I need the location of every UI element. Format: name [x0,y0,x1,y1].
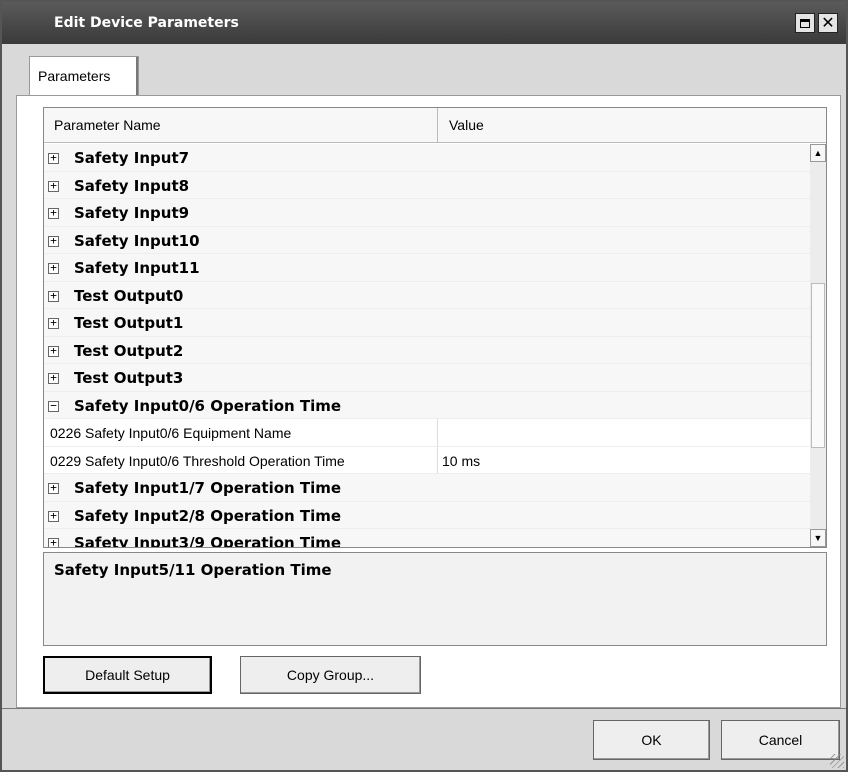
cell-divider [437,419,438,446]
cancel-button[interactable]: Cancel [721,720,840,760]
parameter-row[interactable]: 0229 Safety Input0/6 Threshold Operation… [44,446,810,474]
parameters-tab-panel: Parameter Name Value + Safety Input7 + Safe… [16,95,841,708]
parameter-group-label: Safety Input0/6 Operation Time [74,396,342,415]
scroll-up-button[interactable]: ▲ [810,144,826,162]
expand-icon[interactable]: + [48,510,59,522]
grid-header: Parameter Name Value [44,108,826,143]
expand-icon[interactable]: + [48,152,59,164]
maximize-button[interactable] [795,13,815,33]
parameter-group-row[interactable]: + Test Output3 [44,364,810,392]
parameter-group-row[interactable]: + Safety Input3/9 Operation Time [44,529,810,547]
scroll-thumb[interactable] [811,283,825,448]
parameter-group-row[interactable]: − Safety Input0/6 Operation Time [44,391,810,419]
vertical-scrollbar[interactable]: ▲ ▼ [810,144,826,547]
footer-divider [2,708,846,709]
parameter-group-row[interactable]: + Test Output1 [44,309,810,337]
parameter-group-label: Test Output0 [74,286,184,305]
arrow-down-icon: ▼ [813,533,823,543]
parameter-group-label: Safety Input11 [74,259,200,277]
parameter-description: Safety Input5/11 Operation Time [54,561,332,579]
grid-rows: + Safety Input7 + Safety Input8 + Safety Inpu… [44,144,810,547]
maximize-icon [800,18,810,28]
parameter-group-label: Test Output2 [74,341,184,360]
parameter-group-row[interactable]: + Safety Input7 [44,144,810,172]
parameter-group-label: Safety Input10 [74,231,200,250]
parameter-group-row[interactable]: + Safety Input2/8 Operation Time [44,501,810,529]
parameter-value-cell[interactable]: 10 ms [442,453,480,469]
parameter-group-row[interactable]: + Safety Input9 [44,199,810,227]
parameter-group-row[interactable]: + Safety Input8 [44,171,810,199]
parameter-name-cell: 0226 Safety Input0/6 Equipment Name [50,425,292,441]
copy-group-button[interactable]: Copy Group... [240,656,421,694]
arrow-up-icon: ▲ [813,148,823,158]
column-header-value[interactable]: Value [449,117,484,133]
expand-icon[interactable]: + [48,345,59,357]
tab-parameters[interactable]: Parameters [29,56,139,96]
parameter-description-box: Safety Input5/11 Operation Time [43,552,827,646]
column-divider[interactable] [437,108,438,143]
expand-icon[interactable]: + [48,290,59,302]
expand-icon[interactable]: + [48,482,59,494]
expand-icon[interactable]: + [48,537,59,547]
expand-icon[interactable]: + [48,180,59,192]
close-icon: ✕ [821,13,835,32]
edit-device-parameters-dialog: Edit Device Parameters ✕ Parameters Para… [0,0,848,772]
cell-divider [437,446,438,473]
parameter-group-row[interactable]: + Safety Input11 [44,254,810,282]
expand-icon[interactable]: + [48,207,59,219]
tab-parameters-label: Parameters [38,68,111,84]
expand-icon[interactable]: + [48,235,59,247]
parameter-group-label: Safety Input3/9 Operation Time [74,534,342,547]
parameter-group-label: Safety Input2/8 Operation Time [74,506,342,525]
parameter-group-row[interactable]: + Test Output2 [44,336,810,364]
parameter-group-label: Safety Input7 [74,149,190,167]
parameter-group-label: Test Output1 [74,314,184,332]
parameter-row[interactable]: 0226 Safety Input0/6 Equipment Name [44,419,810,447]
parameter-group-label: Safety Input8 [74,176,190,195]
expand-icon[interactable]: + [48,317,59,329]
parameter-group-label: Safety Input1/7 Operation Time [74,479,342,497]
parameter-group-label: Test Output3 [74,369,184,387]
expand-icon[interactable]: + [48,372,59,384]
expand-icon[interactable]: + [48,262,59,274]
parameter-name-cell: 0229 Safety Input0/6 Threshold Operation… [50,452,345,469]
collapse-icon[interactable]: − [48,400,59,412]
parameter-grid: Parameter Name Value + Safety Input7 + Safe… [43,107,827,548]
default-setup-button[interactable]: Default Setup [43,656,212,694]
parameter-group-row[interactable]: + Test Output0 [44,281,810,309]
title-bar[interactable]: Edit Device Parameters ✕ [2,2,846,44]
parameter-group-label: Safety Input9 [74,204,190,222]
resize-grip-icon[interactable] [830,754,844,768]
ok-button[interactable]: OK [593,720,710,760]
column-header-parameter-name[interactable]: Parameter Name [54,117,161,133]
scroll-down-button[interactable]: ▼ [810,529,826,547]
close-button[interactable]: ✕ [818,13,838,33]
window-title: Edit Device Parameters [54,15,239,31]
parameter-group-row[interactable]: + Safety Input10 [44,226,810,254]
parameter-group-row[interactable]: + Safety Input1/7 Operation Time [44,474,810,502]
